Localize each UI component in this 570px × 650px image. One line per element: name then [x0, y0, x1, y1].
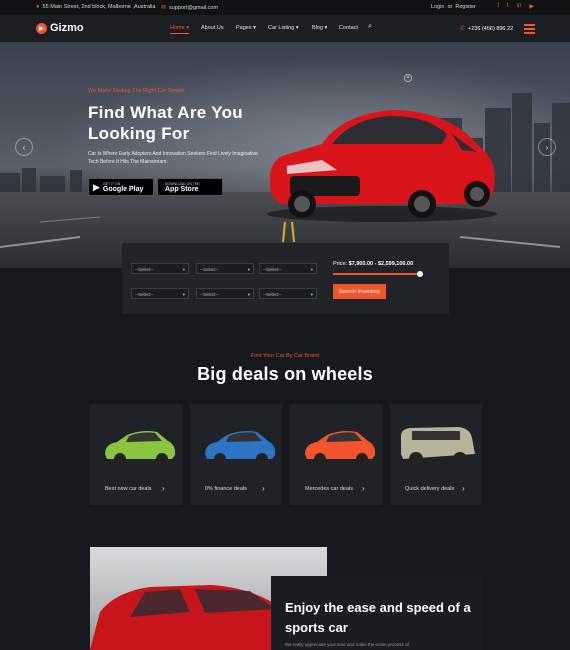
- auth-links: Login or Register: [431, 4, 476, 10]
- deal-card-label: 0% finance deals: [205, 486, 247, 492]
- chevron-right-icon: ›: [462, 484, 465, 493]
- promo-title: Enjoy the ease and speed of a sports car: [285, 600, 471, 635]
- auth-separator: or: [447, 4, 453, 10]
- select-model[interactable]: --Select-- ▾: [196, 263, 254, 274]
- address-info: ● 55 Main Street, 2nd block, Malborne ,A…: [36, 4, 155, 10]
- car-image: [401, 427, 475, 466]
- car-image: [205, 431, 276, 465]
- promo-text: We really appreciate your time and make …: [285, 642, 409, 647]
- hero-title: Find What Are You Looking For: [88, 103, 243, 143]
- nav-home[interactable]: Home ▾: [170, 25, 189, 34]
- location-pin-icon: ●: [36, 4, 40, 10]
- select-fuel[interactable]: --Select-- ▾: [196, 288, 254, 299]
- price-range-slider[interactable]: [333, 271, 423, 277]
- nav-car-listing[interactable]: Car Listing ▾: [268, 25, 299, 31]
- youtube-icon[interactable]: ▶: [529, 3, 534, 10]
- menu-icon[interactable]: [524, 24, 535, 36]
- select-condition[interactable]: --Select-- ▾: [259, 288, 317, 299]
- email-info[interactable]: ✉ support@gmail.com: [161, 4, 218, 12]
- chevron-right-icon: ›: [262, 484, 265, 493]
- price-label: Price:: [333, 261, 348, 267]
- car-image: [305, 431, 376, 465]
- twitter-icon[interactable]: t: [507, 3, 509, 10]
- deal-card[interactable]: 0% finance deals ›: [190, 404, 282, 505]
- google-play-icon: ▶: [93, 181, 100, 192]
- logo[interactable]: ▶ Gizmo: [36, 22, 84, 34]
- top-bar: ● 55 Main Street, 2nd block, Malborne ,A…: [0, 0, 570, 15]
- chevron-right-icon: ›: [162, 484, 165, 493]
- mail-icon: ✉: [161, 5, 167, 11]
- section-tagline: Find Your Car By Car Brand: [250, 353, 320, 359]
- deal-card[interactable]: Quick delivery deals ›: [390, 404, 482, 505]
- logo-icon: ▶: [36, 22, 47, 34]
- car-image: [105, 431, 176, 465]
- deal-card[interactable]: Best new car deals ›: [90, 404, 182, 505]
- phone-number: +236 (456) 896 22: [468, 25, 514, 32]
- select-year[interactable]: --Select-- ▾: [259, 263, 317, 274]
- google-play-label: Google Play: [102, 185, 144, 193]
- search-inventory-button[interactable]: Search Inventory: [333, 284, 386, 299]
- app-store-button[interactable]: DOWNLOAD ON THE App Store: [157, 178, 223, 196]
- search-icon[interactable]: ⌕: [368, 23, 372, 31]
- hero-car-image: [267, 110, 497, 222]
- deal-card-label: Quick delivery deals: [405, 486, 455, 492]
- price-range-value: $7,900.00 - $2,599,100.00: [348, 261, 414, 267]
- linkedin-icon[interactable]: in: [517, 3, 522, 10]
- hero-close-icon[interactable]: ×: [404, 74, 412, 82]
- nav-about[interactable]: About Us: [201, 25, 224, 31]
- deal-card-label: Mercedes car deals: [305, 486, 353, 492]
- logo-text: Gizmo: [50, 22, 84, 34]
- phone-info[interactable]: ✆ +236 (456) 896 22: [460, 25, 514, 33]
- hero-next-arrow-icon[interactable]: ›: [538, 138, 556, 156]
- facebook-icon[interactable]: f: [497, 3, 499, 10]
- nav-blog[interactable]: Blog ▾: [312, 25, 327, 31]
- google-play-button[interactable]: ▶ GET IT ON Google Play: [88, 178, 154, 196]
- address-text: 55 Main Street, 2nd block, Malborne ,Aus…: [42, 4, 156, 10]
- chevron-right-icon: ›: [362, 484, 365, 493]
- register-link[interactable]: Register: [455, 4, 475, 10]
- hero-description: Car Is Where Early Adopters And Innovati…: [88, 151, 258, 165]
- nav-pages[interactable]: Pages ▾: [236, 25, 256, 31]
- hero-banner: We Make Finding The Right Car Simple Fin…: [0, 42, 570, 268]
- login-link[interactable]: Login: [431, 4, 444, 10]
- deal-card[interactable]: Mercedes car deals ›: [290, 404, 382, 505]
- select-make[interactable]: --Select-- ▾: [131, 263, 189, 274]
- price-display: Price: $7,900.00 - $2,599,100.00: [333, 261, 413, 267]
- section-title: Big deals on wheels: [197, 364, 373, 384]
- select-body[interactable]: --Select-- ▾: [131, 288, 189, 299]
- social-links: f t in ▶: [497, 3, 534, 10]
- deal-card-label: Best new car deals: [105, 486, 152, 492]
- email-text[interactable]: support@gmail.com: [169, 5, 218, 11]
- app-store-label: App Store: [165, 185, 199, 193]
- main-header: ▶ Gizmo Home ▾ About Us Pages ▾ Car List…: [0, 15, 570, 42]
- hero-prev-arrow-icon[interactable]: ‹: [15, 138, 33, 156]
- phone-icon: ✆: [460, 26, 466, 32]
- hero-tagline: We Make Finding The Right Car Simple: [88, 88, 185, 94]
- nav-contact[interactable]: Contact: [339, 25, 358, 31]
- search-panel: [122, 243, 449, 314]
